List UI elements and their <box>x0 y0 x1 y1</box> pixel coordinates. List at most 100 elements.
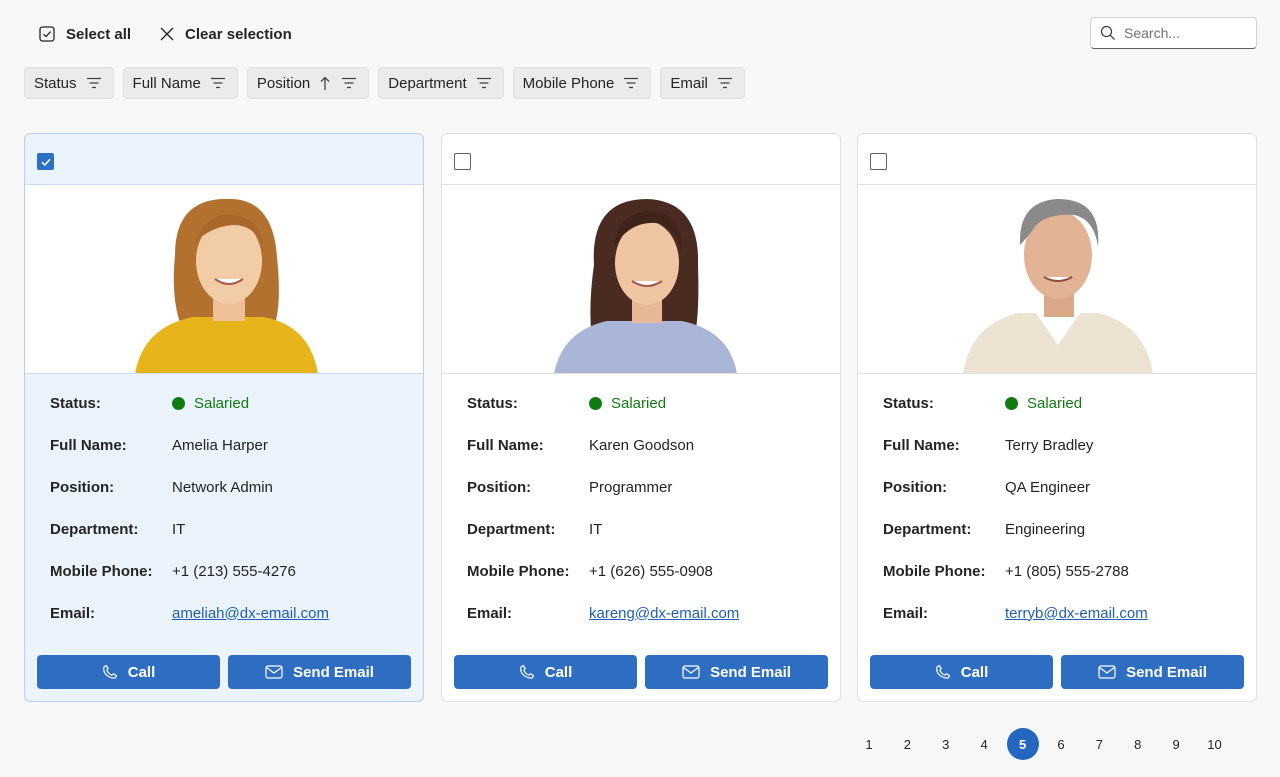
email-row: Email: kareng@dx-email.com <box>467 592 840 634</box>
filter-icon[interactable] <box>717 77 732 89</box>
filter-icon[interactable] <box>342 77 357 89</box>
position-value: Programmer <box>589 478 673 496</box>
card-header <box>25 134 423 185</box>
page-button-2[interactable]: 2 <box>891 728 923 760</box>
status-row: Status: Salaried <box>50 382 423 424</box>
call-button-label: Call <box>960 663 989 681</box>
mobile-phone-value: +1 (626) 555-0908 <box>589 562 713 580</box>
search-box[interactable] <box>1090 17 1257 49</box>
chip-email[interactable]: Email <box>660 67 745 99</box>
card-checkbox[interactable] <box>454 153 471 170</box>
email-link[interactable]: ameliah@dx-email.com <box>172 605 329 622</box>
employee-photo <box>25 185 423 374</box>
department-label: Department: <box>467 520 556 538</box>
status-dot-icon <box>589 396 602 410</box>
chip-status[interactable]: Status <box>24 67 114 99</box>
status-text: Salaried <box>1027 394 1083 412</box>
card-actions: Call Send Email <box>454 655 828 689</box>
send-email-button[interactable]: Send Email <box>228 655 411 689</box>
filter-icon[interactable] <box>86 77 101 89</box>
status-text: Salaried <box>611 394 667 412</box>
sort-ascending-icon[interactable] <box>320 76 330 91</box>
position-label: Position: <box>467 478 532 496</box>
search-input[interactable] <box>1124 25 1244 41</box>
position-row: Position: Programmer <box>467 466 840 508</box>
filter-icon[interactable] <box>624 77 639 89</box>
email-link[interactable]: terryb@dx-email.com <box>1005 605 1148 622</box>
position-row: Position: QA Engineer <box>883 466 1256 508</box>
page-button-10[interactable]: 10 <box>1199 728 1231 760</box>
mobile-phone-value: +1 (805) 555-2788 <box>1005 562 1129 580</box>
card-checkbox[interactable] <box>870 153 887 170</box>
status-value: Salaried <box>589 395 666 412</box>
call-button[interactable]: Call <box>37 655 220 689</box>
full-name-row: Full Name: Terry Bradley <box>883 424 1256 466</box>
page-button-9[interactable]: 9 <box>1160 728 1192 760</box>
card-fields: Status: Salaried Full Name: Karen Goodso… <box>442 382 840 634</box>
chip-position[interactable]: Position <box>246 67 370 99</box>
status-label: Status: <box>50 394 101 412</box>
page-button-4[interactable]: 4 <box>968 728 1000 760</box>
employee-photo <box>442 185 840 374</box>
page-button-7[interactable]: 7 <box>1083 728 1115 760</box>
mail-icon <box>265 665 283 679</box>
mobile-phone-label: Mobile Phone: <box>883 562 986 580</box>
page-button-1[interactable]: 1 <box>853 728 885 760</box>
status-label: Status: <box>883 394 934 412</box>
department-row: Department: Engineering <box>883 508 1256 550</box>
email-link[interactable]: kareng@dx-email.com <box>589 605 739 622</box>
chip-label: Email <box>670 74 708 92</box>
call-button[interactable]: Call <box>870 655 1053 689</box>
chip-mobile-phone[interactable]: Mobile Phone <box>512 67 652 99</box>
mobile-phone-label: Mobile Phone: <box>467 562 570 580</box>
chip-label: Department <box>388 74 467 92</box>
sort-filter-chips: Status Full Name Position Department Mob… <box>24 67 754 99</box>
card-actions: Call Send Email <box>870 655 1244 689</box>
send-email-button-label: Send Email <box>293 663 374 681</box>
phone-icon <box>935 664 950 679</box>
position-label: Position: <box>50 478 115 496</box>
select-all-button[interactable]: Select all <box>24 16 145 52</box>
email-label: Email: <box>50 604 96 622</box>
call-button[interactable]: Call <box>454 655 637 689</box>
employee-card[interactable]: Status: Salaried Full Name: Terry Bradle… <box>857 133 1257 702</box>
search-icon <box>1100 25 1115 40</box>
chip-label: Position <box>256 74 311 92</box>
send-email-button-label: Send Email <box>710 663 791 681</box>
full-name-value: Terry Bradley <box>1005 436 1094 454</box>
email-label: Email: <box>883 604 929 622</box>
position-value: QA Engineer <box>1005 478 1091 496</box>
department-value: IT <box>589 520 603 538</box>
filter-icon[interactable] <box>476 77 491 89</box>
department-row: Department: IT <box>50 508 423 550</box>
send-email-button[interactable]: Send Email <box>645 655 828 689</box>
full-name-row: Full Name: Amelia Harper <box>50 424 423 466</box>
page-button-5-current[interactable]: 5 <box>1006 728 1039 760</box>
page-button-8[interactable]: 8 <box>1122 728 1154 760</box>
full-name-label: Full Name: <box>467 436 544 454</box>
send-email-button[interactable]: Send Email <box>1061 655 1244 689</box>
card-actions: Call Send Email <box>37 655 411 689</box>
clear-selection-button[interactable]: Clear selection <box>145 16 306 52</box>
phone-icon <box>519 664 534 679</box>
chip-label: Status <box>34 74 77 92</box>
page-button-3[interactable]: 3 <box>930 728 962 760</box>
chip-label: Full Name <box>132 74 201 92</box>
department-value: Engineering <box>1005 520 1086 538</box>
employee-card[interactable]: Status: Salaried Full Name: Amelia Harpe… <box>24 133 424 702</box>
full-name-label: Full Name: <box>50 436 127 454</box>
full-name-value: Amelia Harper <box>172 436 268 454</box>
mobile-phone-label: Mobile Phone: <box>50 562 153 580</box>
page-button-6[interactable]: 6 <box>1045 728 1077 760</box>
filter-icon[interactable] <box>210 77 225 89</box>
phone-icon <box>102 664 117 679</box>
employee-card[interactable]: Status: Salaried Full Name: Karen Goodso… <box>441 133 841 702</box>
chip-department[interactable]: Department <box>378 67 504 99</box>
chip-full-name[interactable]: Full Name <box>122 67 238 99</box>
email-row: Email: terryb@dx-email.com <box>883 592 1256 634</box>
card-header <box>858 134 1256 185</box>
status-value: Salaried <box>1005 395 1082 412</box>
card-header <box>442 134 840 185</box>
status-row: Status: Salaried <box>883 382 1256 424</box>
card-checkbox[interactable] <box>37 153 54 170</box>
